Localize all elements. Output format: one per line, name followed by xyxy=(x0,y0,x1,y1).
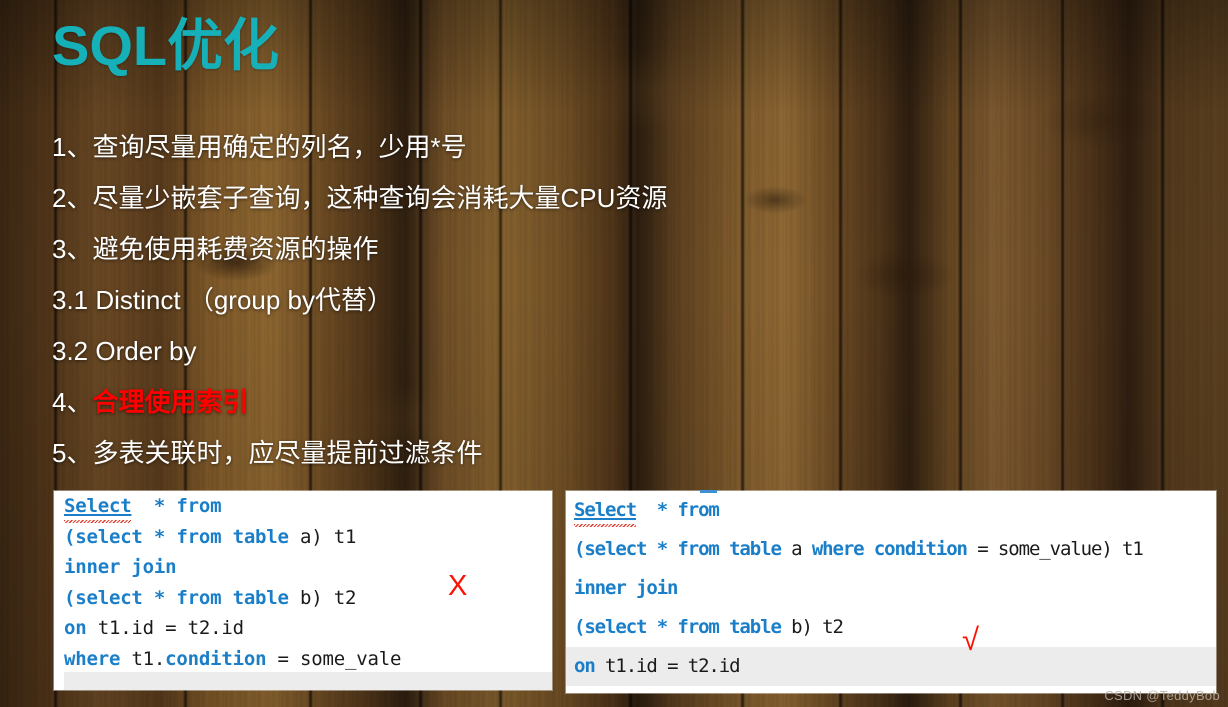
sql-keyword: on xyxy=(64,617,98,639)
sql-keyword: (select * from table xyxy=(64,586,301,609)
bullet-item: 2、尽量少嵌套子查询，这种查询会消耗大量CPU资源 xyxy=(52,183,668,213)
code-block-good: Select * from (select * from table a wher… xyxy=(566,491,1216,693)
sql-keyword: * from xyxy=(656,499,720,521)
code-line: inner join xyxy=(566,569,1216,608)
sql-identifier: t1.id = t2.id xyxy=(97,617,244,639)
sql-identifier: a) t1 xyxy=(300,525,357,548)
sql-identifier: = some_value) t1 xyxy=(966,538,1144,560)
sql-keyword: condition xyxy=(165,647,267,670)
sql-identifier: b) t2 xyxy=(791,616,844,638)
bullet-item: 1、查询尽量用确定的列名，少用*号 xyxy=(52,132,467,162)
code-line: (select * from table b) t2 xyxy=(566,608,1216,647)
bullet-list: 1、查询尽量用确定的列名，少用*号 2、尽量少嵌套子查询，这种查询会消耗大量CPU… xyxy=(52,122,1172,479)
sql-identifier xyxy=(636,499,657,521)
sql-keyword: on xyxy=(574,655,606,677)
code-left-lines: Select * from (select * from table a) t1 i… xyxy=(54,491,552,674)
code-line: (select * from table a where condition =… xyxy=(566,530,1216,569)
sql-keyword: inner join xyxy=(574,577,678,599)
code-line: on t1.id = t2.id xyxy=(566,647,1216,686)
check-mark-icon: √ xyxy=(962,622,980,657)
sql-keyword: (select * from table xyxy=(574,616,792,638)
code-line: inner join xyxy=(54,552,552,583)
sql-keyword: Select xyxy=(64,495,132,517)
sql-identifier: a xyxy=(791,538,812,560)
sql-keyword: * from xyxy=(153,495,222,517)
text-caret-artifact xyxy=(700,490,717,493)
sql-identifier: = some_vale xyxy=(266,647,402,670)
sql-keyword: where xyxy=(64,647,132,670)
sql-keyword: inner join xyxy=(64,556,177,578)
code-line: (select * from table b) t2 xyxy=(54,583,552,614)
bullet-highlight-text: 合理使用索引 xyxy=(92,387,249,417)
bullet-item: 5、多表关联时，应尽量提前过滤条件 xyxy=(52,438,483,468)
code-line: on t1.id = t2.id xyxy=(54,613,552,644)
code-line: Select * from xyxy=(566,491,1216,530)
bullet-item: 3、避免使用耗费资源的操作 xyxy=(52,234,379,264)
cross-mark-icon: X xyxy=(448,570,468,602)
slide-canvas: SQL优化 1、查询尽量用确定的列名，少用*号 2、尽量少嵌套子查询，这种查询会消… xyxy=(0,0,1228,707)
sql-identifier: b) t2 xyxy=(300,586,357,609)
code-block-bad: Select * from (select * from table a) t1 i… xyxy=(54,491,552,690)
sql-identifier: t1. xyxy=(131,647,166,670)
sql-keyword: (select * from table xyxy=(574,538,792,560)
watermark: CSDN @TeddyBob xyxy=(1104,688,1220,703)
code-line: (select * from table a) t1 xyxy=(54,522,552,553)
bullet-item: 4、合理使用索引 xyxy=(52,377,1172,428)
sql-identifier: t1.id = t2.id xyxy=(605,655,741,677)
bullet-item: 3.1 Distinct （group by代替） xyxy=(52,285,394,315)
bullet-prefix: 4、 xyxy=(52,387,93,417)
sql-keyword: where condition xyxy=(811,538,968,560)
code-right-lines: Select * from (select * from table a wher… xyxy=(566,491,1216,686)
code-line: where t1.condition = some_vale xyxy=(54,644,552,675)
page-title: SQL优化 xyxy=(52,14,280,77)
code-line: Select * from xyxy=(54,491,552,522)
bullet-item: 3.2 Order by xyxy=(52,336,197,366)
sql-identifier xyxy=(131,495,153,517)
code-left-bottom-band xyxy=(64,672,552,690)
sql-keyword: Select xyxy=(574,499,637,521)
sql-keyword: (select * from table xyxy=(64,525,301,548)
